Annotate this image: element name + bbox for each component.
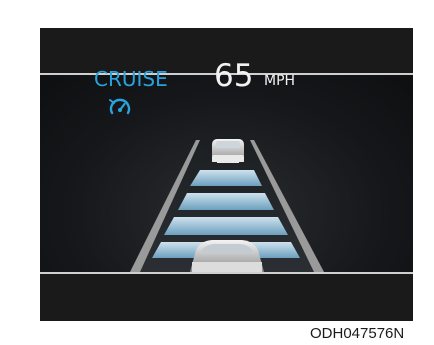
- lead-car-icon: [210, 139, 246, 166]
- cruise-label: CRUISE: [94, 67, 168, 91]
- distance-bar: [190, 170, 262, 186]
- own-car-icon: [190, 240, 264, 272]
- distance-bar: [178, 193, 274, 210]
- cruise-speedometer-icon: [109, 98, 131, 115]
- speed-unit-label: MPH: [264, 73, 296, 89]
- figure-code-caption: ODH047576N: [310, 325, 405, 342]
- set-speed-value: 65: [214, 58, 254, 94]
- distance-bar: [164, 217, 288, 235]
- figure-frame: CRUISE 65 MPH ODH047576N: [0, 0, 434, 345]
